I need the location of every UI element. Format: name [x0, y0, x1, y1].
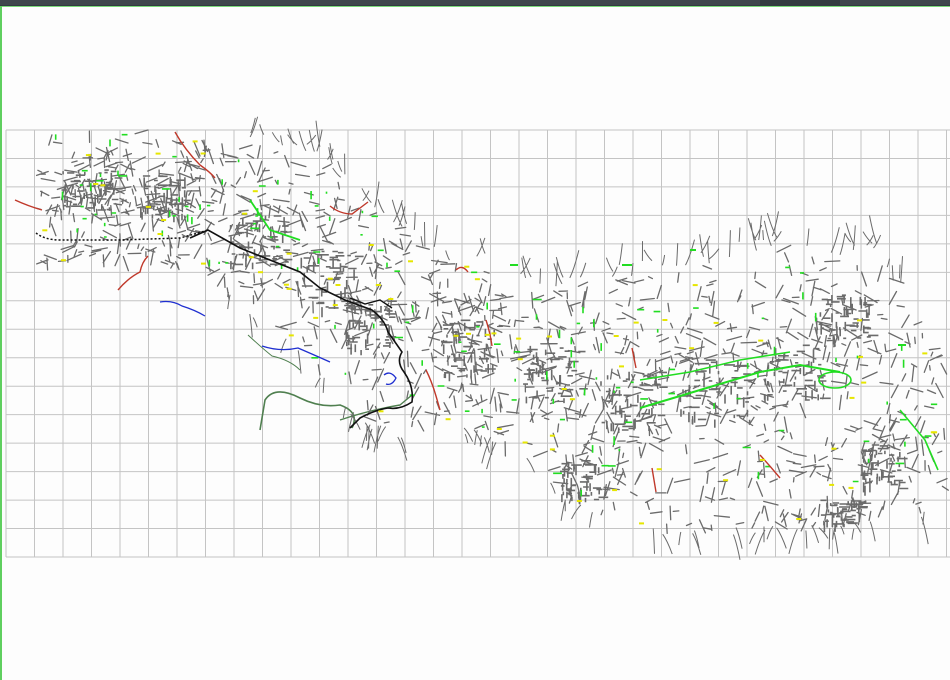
yellow-label — [335, 284, 341, 286]
yellow-label — [378, 410, 384, 413]
yellow-label — [656, 468, 662, 471]
street-block — [679, 359, 753, 428]
yellow-label — [192, 140, 198, 143]
yellow-label — [713, 321, 719, 324]
street-block — [819, 294, 879, 348]
yellow-label — [619, 365, 624, 368]
yellow-label — [759, 458, 765, 461]
yellow-label — [283, 283, 289, 286]
street-block — [300, 250, 364, 318]
yellow-label — [517, 358, 523, 361]
yellow-label — [61, 259, 66, 262]
yellow-label — [484, 333, 490, 336]
yellow-label — [547, 335, 552, 338]
yellow-label — [474, 278, 480, 281]
yellow-label — [161, 219, 167, 221]
yellow-label — [849, 396, 855, 399]
yellow-label — [248, 256, 254, 259]
yellow-label — [85, 154, 91, 157]
yellow-label — [466, 332, 471, 335]
yellow-label — [252, 190, 258, 193]
red-road — [14, 199, 43, 211]
yellow-label — [612, 489, 618, 492]
green-avenue — [249, 199, 301, 241]
yellow-label — [522, 441, 528, 444]
yellow-label — [576, 500, 582, 502]
yellow-label — [375, 284, 381, 286]
yellow-label — [286, 252, 292, 255]
yellow-label — [200, 152, 206, 155]
yellow-label — [288, 334, 294, 337]
yellow-label — [453, 334, 459, 337]
yellow-label — [829, 483, 835, 486]
yellow-label — [313, 316, 319, 319]
yellow-label — [692, 284, 698, 287]
yellow-label — [242, 212, 248, 215]
yellow-label — [445, 418, 451, 421]
yellow-label — [408, 260, 413, 263]
yellow-label — [561, 388, 567, 390]
red-road — [174, 131, 216, 179]
yellow-label — [327, 277, 333, 280]
yellow-label — [388, 298, 394, 300]
contour-line — [247, 334, 301, 371]
green-areas — [54, 133, 939, 497]
yellow-label — [93, 183, 99, 185]
yellow-label — [633, 321, 639, 324]
yellow-label — [201, 262, 206, 265]
yellow-label — [464, 265, 470, 268]
contour-line — [259, 391, 356, 431]
yellow-label — [516, 337, 522, 340]
city-map-drawing[interactable] — [0, 0, 950, 680]
yellow-label — [258, 271, 263, 274]
yellow-label — [858, 355, 863, 358]
yellow-label — [758, 339, 764, 342]
red-road — [117, 255, 149, 291]
yellow-label — [286, 287, 292, 290]
street-network — [35, 116, 949, 560]
yellow-label — [857, 319, 862, 322]
yellow-label — [639, 522, 644, 525]
red-roads — [14, 131, 781, 493]
yellow-label — [796, 518, 802, 520]
yellow-label — [831, 447, 837, 450]
yellow-label — [848, 486, 854, 489]
yellow-label — [332, 304, 338, 307]
yellow-label — [723, 479, 729, 482]
yellow-label — [549, 434, 555, 437]
yellow-label — [689, 347, 695, 350]
yellow-label — [496, 428, 502, 430]
river — [383, 372, 397, 386]
yellow-label — [861, 381, 867, 384]
yellow-label — [42, 229, 48, 232]
street-segments — [35, 129, 949, 535]
yellow-label — [368, 244, 374, 246]
yellow-label — [613, 335, 619, 337]
yellow-label — [157, 233, 163, 235]
yellow-label — [662, 319, 668, 321]
river — [159, 300, 206, 317]
yellow-label — [155, 152, 161, 155]
yellow-label — [549, 448, 555, 451]
yellow-label — [491, 332, 497, 335]
yellow-label — [569, 398, 575, 401]
yellow-label — [922, 352, 928, 355]
cad-viewer-window — [0, 0, 950, 680]
yellow-label — [100, 184, 106, 187]
street-block — [560, 460, 609, 505]
yellow-label — [930, 431, 936, 434]
yellow-label — [145, 205, 151, 208]
